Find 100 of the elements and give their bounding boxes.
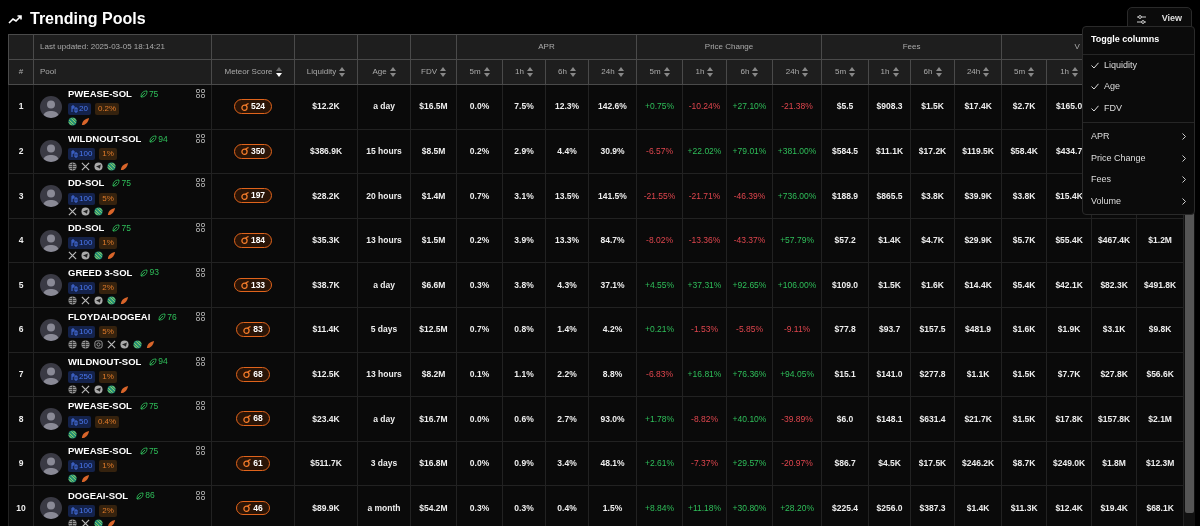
column-header[interactable]: FDV — [421, 67, 437, 76]
globe-icon[interactable] — [68, 295, 77, 305]
striped-circle-icon[interactable] — [107, 295, 116, 305]
column-header[interactable]: 5m — [649, 67, 661, 76]
chevron-right-icon — [1182, 176, 1186, 184]
comet-icon[interactable] — [107, 251, 116, 261]
pool-name[interactable]: DD-SOL — [68, 176, 105, 191]
comet-icon[interactable] — [120, 385, 129, 394]
table-cell: $39.9K — [954, 173, 1002, 219]
column-header[interactable]: 6h — [558, 67, 567, 76]
grid-icon[interactable] — [196, 133, 205, 143]
pool-name[interactable]: FLOYDAI-DOGEAI — [68, 310, 151, 325]
grid-icon[interactable] — [196, 312, 205, 322]
meteor-score-value: 184 — [250, 234, 266, 247]
column-header[interactable]: 6h — [923, 67, 933, 76]
globe-icon[interactable] — [68, 340, 77, 350]
globe-icon[interactable] — [81, 340, 90, 350]
globe-icon[interactable] — [68, 385, 77, 394]
column-header[interactable]: 1h — [880, 67, 890, 76]
striped-circle-icon[interactable] — [133, 340, 142, 350]
leaf-icon — [112, 179, 121, 188]
sort-icon[interactable] — [275, 66, 282, 77]
column-header[interactable]: 5m — [469, 67, 481, 76]
column-header[interactable]: 1h — [515, 67, 524, 76]
column-header[interactable]: 5m — [1014, 67, 1026, 76]
grid-icon[interactable] — [196, 356, 205, 366]
grid-icon[interactable] — [196, 401, 205, 411]
telegram-icon[interactable] — [94, 295, 103, 305]
striped-circle-icon[interactable] — [68, 429, 77, 439]
menu-item[interactable]: Liquidity — [1083, 54, 1194, 76]
column-header[interactable]: 5m — [835, 67, 847, 76]
comet-icon[interactable] — [107, 518, 116, 526]
column-header[interactable]: 1h — [695, 67, 705, 76]
telegram-icon[interactable] — [94, 162, 103, 171]
meteor-score-value: 83 — [253, 323, 263, 336]
pool-name[interactable]: DD-SOL — [68, 220, 105, 236]
x-logo-icon[interactable] — [68, 251, 77, 261]
table-cell: 2.2% — [545, 352, 589, 397]
column-header[interactable]: 6h — [740, 67, 750, 76]
pool-name[interactable]: DOGEAI-SOL — [68, 488, 129, 503]
pool-name[interactable]: WILDNOUT-SOL — [68, 354, 142, 369]
striped-circle-icon[interactable] — [94, 518, 103, 526]
grid-icon[interactable] — [196, 222, 205, 232]
table-cell: $55.4K — [1046, 218, 1092, 263]
column-header[interactable]: Liquidity — [306, 67, 337, 76]
grid-icon[interactable] — [196, 490, 205, 500]
comet-icon[interactable] — [120, 162, 129, 171]
table-cell: $4.5K — [868, 441, 911, 486]
pool-name[interactable]: PWEASE-SOL — [68, 443, 132, 459]
pool-name[interactable]: GREED 3-SOL — [68, 265, 133, 280]
striped-circle-icon[interactable] — [107, 385, 116, 394]
telegram-icon[interactable] — [81, 251, 90, 261]
column-header[interactable]: 1h — [1060, 67, 1070, 76]
globe-icon[interactable] — [68, 162, 77, 171]
pool-score: 76 — [167, 310, 177, 324]
fee-badge: 1% — [99, 371, 117, 383]
x-logo-icon[interactable] — [81, 518, 90, 526]
comet-icon[interactable] — [81, 429, 90, 439]
comet-icon[interactable] — [120, 295, 129, 305]
table-cell: +381.00% — [772, 129, 822, 174]
x-logo-icon[interactable] — [81, 162, 90, 171]
x-logo-icon[interactable] — [107, 340, 116, 350]
instagram-icon[interactable] — [94, 340, 103, 350]
striped-circle-icon[interactable] — [94, 251, 103, 261]
column-header[interactable]: 24h — [966, 67, 981, 76]
comet-icon[interactable] — [81, 474, 90, 484]
grid-icon[interactable] — [196, 89, 205, 99]
comet-icon[interactable] — [81, 117, 90, 127]
table-cell: 142.6% — [588, 84, 637, 130]
pool-name[interactable]: PWEASE-SOL — [68, 399, 132, 414]
table-cell: $1.5K — [1001, 396, 1047, 442]
table-cell: $3.1K — [1091, 307, 1137, 353]
striped-circle-icon[interactable] — [94, 206, 103, 216]
pool-name[interactable]: PWEASE-SOL — [68, 87, 132, 102]
table-cell: -6.83% — [636, 352, 683, 397]
column-header[interactable]: Age — [372, 67, 387, 76]
grid-icon[interactable] — [196, 445, 205, 455]
table-cell: $467.4K — [1091, 218, 1137, 263]
leaf-icon — [139, 402, 148, 411]
pool-name[interactable]: WILDNOUT-SOL — [68, 131, 142, 146]
globe-icon[interactable] — [68, 518, 77, 526]
telegram-icon[interactable] — [94, 385, 103, 394]
striped-circle-icon[interactable] — [68, 117, 77, 127]
grid-icon[interactable] — [196, 267, 205, 277]
token-avatar — [40, 229, 62, 252]
column-header[interactable]: 24h — [601, 67, 615, 76]
telegram-icon[interactable] — [120, 340, 129, 350]
grid-icon[interactable] — [196, 178, 205, 188]
x-logo-icon[interactable] — [81, 295, 90, 305]
x-logo-icon[interactable] — [68, 206, 77, 216]
bins-icon — [71, 150, 78, 158]
telegram-icon[interactable] — [81, 206, 90, 216]
column-group-header: Fees — [902, 42, 921, 51]
striped-circle-icon[interactable] — [68, 474, 77, 484]
column-header[interactable]: 24h — [785, 67, 800, 76]
comet-icon[interactable] — [107, 206, 116, 216]
table-cell: -43.37% — [726, 218, 773, 263]
comet-icon[interactable] — [146, 340, 155, 350]
x-logo-icon[interactable] — [81, 385, 90, 394]
striped-circle-icon[interactable] — [107, 162, 116, 171]
